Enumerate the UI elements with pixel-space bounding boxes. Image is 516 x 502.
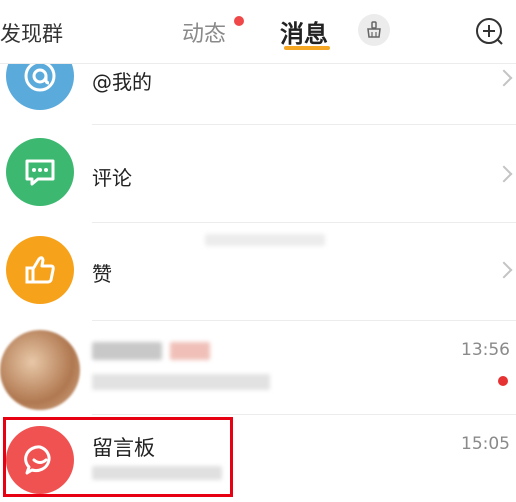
active-tab-underline [284, 46, 330, 50]
blurred-message-preview [92, 374, 270, 390]
comment-icon [25, 159, 55, 186]
comments-avatar [6, 138, 74, 206]
row-divider [92, 414, 516, 415]
list-item-label: 赞 [92, 262, 112, 286]
tab-messages-label[interactable]: 消息 [280, 14, 328, 49]
unread-dot [498, 376, 508, 386]
top-bar-layer: 发现群 动态 消息 [0, 0, 516, 64]
message-time: 13:56 [461, 340, 510, 360]
blurred-tag [170, 342, 210, 360]
chevron-right-icon [495, 165, 513, 183]
row-divider [92, 124, 516, 125]
thumbs-up-icon [25, 256, 55, 284]
header-bottom-line [0, 63, 516, 64]
circle-plus-icon [476, 18, 503, 45]
chevron-right-icon [495, 261, 513, 279]
discover-groups-label[interactable]: 发现群 [0, 18, 63, 48]
blurred-contact-name [92, 342, 162, 360]
row-divider [92, 320, 516, 321]
tab-dynamic-label[interactable]: 动态 [182, 16, 226, 48]
row-divider [92, 222, 516, 223]
list-item-label: 评论 [92, 166, 132, 190]
contact-avatar [0, 330, 80, 410]
message-time: 15:05 [461, 434, 510, 454]
broom-icon [367, 21, 381, 38]
clear-unread-button[interactable] [358, 14, 390, 46]
highlight-box [3, 417, 233, 497]
add-contact-button[interactable] [474, 16, 504, 46]
likes-avatar [6, 236, 74, 304]
blurred-text [205, 234, 325, 246]
conversation-item[interactable]: 13:56 [0, 322, 516, 414]
list-item-label: @我的 [92, 70, 152, 94]
chevron-right-icon [495, 69, 513, 87]
tab-dynamic-badge-dot [234, 16, 244, 26]
list-item-comments[interactable]: 评论 [0, 126, 516, 222]
